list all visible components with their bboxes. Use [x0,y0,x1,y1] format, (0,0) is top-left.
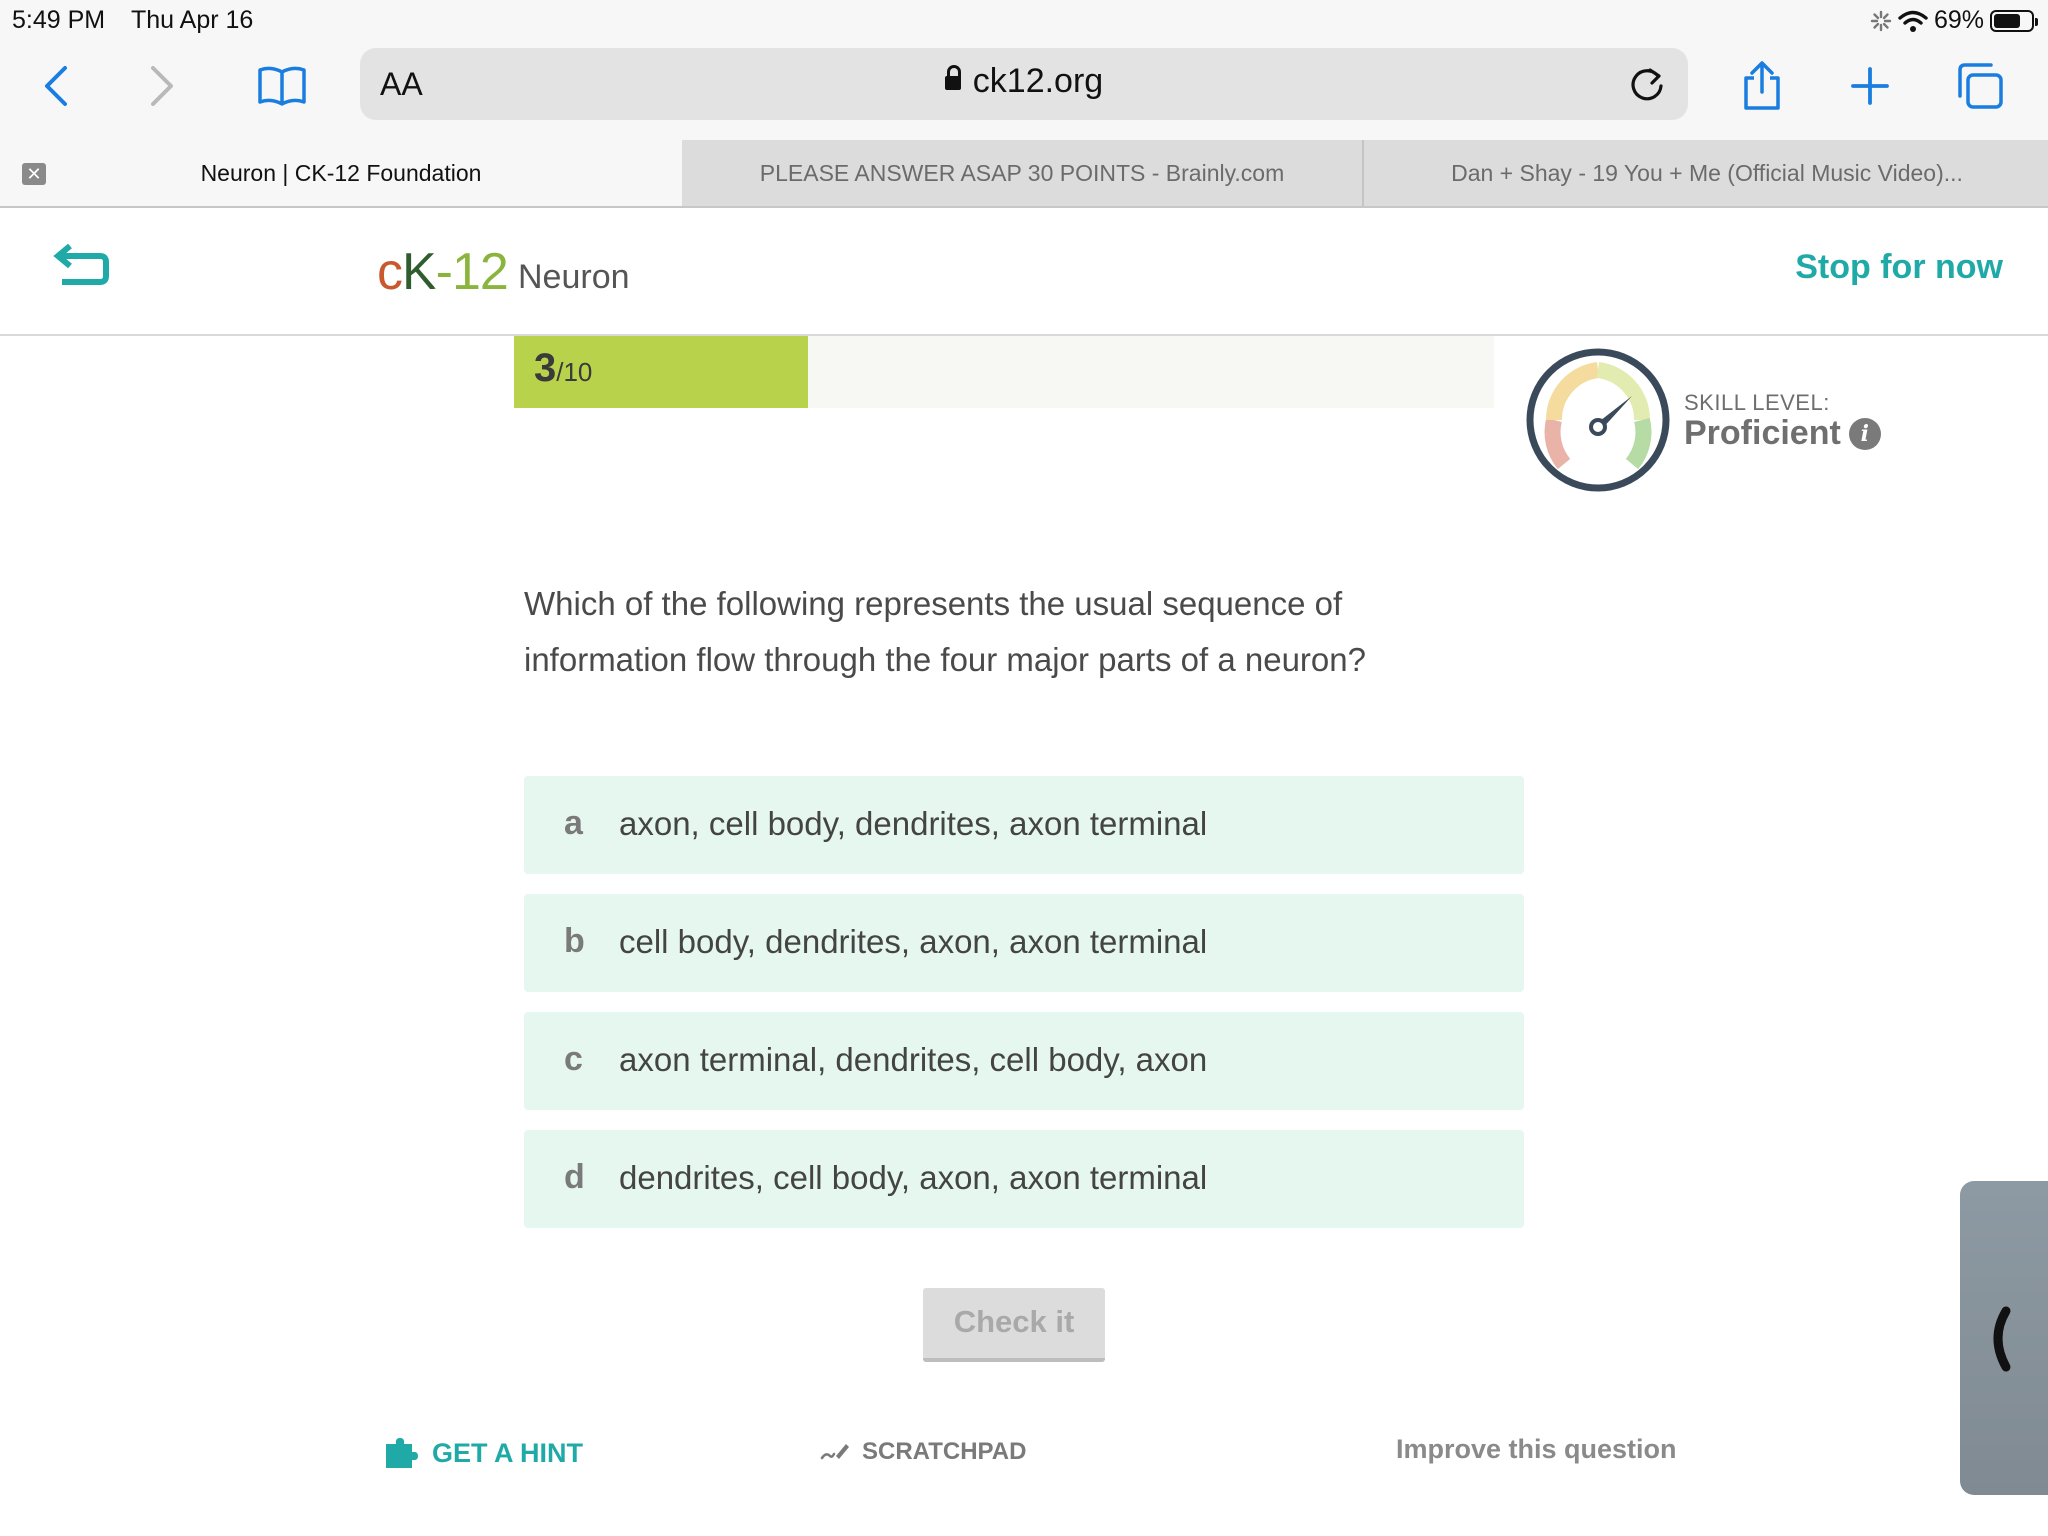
option-letter: b [564,922,585,960]
stop-for-now-button[interactable]: Stop for now [1795,248,2003,287]
plus-icon [1851,67,1889,105]
option-text: cell body, dendrites, axon, axon termina… [619,923,1208,960]
reload-button[interactable] [1628,64,1666,109]
page-header: cK-12 Neuron Stop for now [0,208,2048,336]
answer-option-c[interactable]: c axon terminal, dendrites, cell body, a… [524,1012,1524,1110]
tab-label: Neuron | CK-12 Foundation [200,159,482,186]
back-button[interactable] [26,56,86,116]
status-indicators: 69% [1870,6,2038,35]
url-text: ck12.org [972,62,1104,100]
pencil-icon [820,1444,849,1460]
check-it-button[interactable]: Check it [923,1288,1105,1362]
answer-option-d[interactable]: d dendrites, cell body, axon, axon termi… [524,1130,1524,1228]
browser-toolbar: AA ck12.org [0,40,2048,140]
improve-question-link[interactable]: Improve this question [1396,1434,1677,1465]
answer-option-a[interactable]: a axon, cell body, dendrites, axon termi… [524,776,1524,874]
wifi-icon [1898,10,1928,32]
battery-icon [1990,9,2038,32]
share-button[interactable] [1732,56,1792,116]
tabs-button[interactable] [1950,56,2010,116]
skill-level-text: Proficient [1684,414,1841,452]
tab-music-video[interactable]: Dan + Shay - 19 You + Me (Official Music… [1366,140,2048,206]
lock-icon [944,65,961,90]
address-bar[interactable]: AA ck12.org [360,48,1688,120]
share-icon [1744,61,1780,110]
option-letter: d [564,1158,585,1196]
status-date: Thu Apr 16 [131,6,254,34]
tab-label: PLEASE ANSWER ASAP 30 POINTS - Brainly.c… [759,159,1285,186]
option-letter: c [564,1040,583,1078]
url-display: ck12.org [360,62,1688,101]
chevron-left-icon [45,66,67,106]
tab-neuron[interactable]: ✕ Neuron | CK-12 Foundation [0,140,682,206]
tab-label: Dan + Shay - 19 You + Me (Official Music… [1451,159,1963,186]
option-letter: a [564,804,583,842]
battery-percent: 69% [1933,6,1984,34]
option-text: axon, cell body, dendrites, axon termina… [619,805,1208,842]
progress-count: 3/10 [534,346,593,390]
answer-option-b[interactable]: b cell body, dendrites, axon, axon termi… [524,894,1524,992]
option-text: axon terminal, dendrites, cell body, axo… [619,1041,1208,1078]
new-tab-button[interactable] [1840,56,1900,116]
activity-icon [1870,10,1892,31]
option-text: dendrites, cell body, axon, axon termina… [619,1159,1208,1196]
chevron-right-icon [151,66,173,106]
scratchpad-label: SCRATCHPAD [862,1438,1027,1465]
close-icon[interactable]: ✕ [22,163,46,185]
tabs-icon [1958,63,2003,109]
forward-button[interactable] [132,56,192,116]
status-time: 5:49 PM [12,6,106,34]
hint-label: GET A HINT [432,1437,583,1468]
skill-level-value: Proficient i [1684,414,1881,453]
tab-strip: ✕ Neuron | CK-12 Foundation PLEASE ANSWE… [0,140,2048,208]
ck12-logo[interactable]: cK-12 [377,242,509,302]
skill-level-label: SKILL LEVEL: [1684,390,1830,415]
progress-bar: 3/10 [514,336,1494,408]
return-icon [53,243,109,285]
get-hint-button[interactable]: GET A HINT [384,1436,583,1470]
question-text: Which of the following represents the us… [524,585,1366,678]
puzzle-icon [386,1438,418,1468]
return-button[interactable] [52,243,112,294]
side-panel-handle[interactable] [1960,1181,2048,1495]
bracket-left-icon [1993,1306,2011,1372]
logo-text: cK-12 [377,243,509,301]
reload-icon [1631,68,1663,101]
page-title: Neuron [518,258,630,296]
bookmarks-icon [258,66,306,106]
scratchpad-button[interactable]: SCRATCHPAD [820,1438,1026,1466]
tab-brainly[interactable]: PLEASE ANSWER ASAP 30 POINTS - Brainly.c… [682,140,1364,206]
bookmarks-button[interactable] [252,56,312,116]
info-icon[interactable]: i [1848,417,1881,450]
status-bar: 5:49 PM Thu Apr 16 69% [0,0,2048,40]
skill-gauge-icon [1526,348,1670,492]
